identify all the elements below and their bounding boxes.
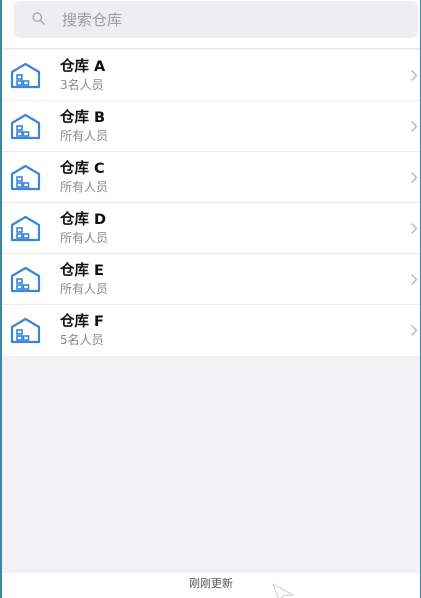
warehouse-icon: [10, 113, 41, 140]
chevron-right-icon: [411, 121, 418, 132]
warehouse-row-e[interactable]: 仓库 E 所有人员: [2, 254, 420, 305]
chevron-right-icon: [411, 70, 418, 81]
footer: 刚刚更新: [2, 573, 420, 598]
warehouse-row-a[interactable]: 仓库 A 3名人员: [2, 50, 420, 101]
warehouse-members: 所有人员: [60, 129, 109, 143]
warehouse-members: 所有人员: [60, 231, 109, 245]
warehouse-members: 5名人员: [60, 333, 104, 347]
warehouse-members: 所有人员: [60, 180, 109, 194]
warehouse-name: 仓库 F: [60, 314, 104, 330]
warehouse-row-f[interactable]: 仓库 F 5名人员: [2, 305, 420, 356]
warehouse-name: 仓库 C: [60, 161, 105, 177]
warehouse-name: 仓库 B: [60, 110, 106, 126]
warehouse-list: 仓库 A 3名人员 仓库 B 所有人员 仓库 C 所有人员 仓库 D 所有人员 …: [2, 50, 420, 356]
warehouse-row-d[interactable]: 仓库 D 所有人员: [2, 203, 420, 254]
warehouse-icon: [10, 317, 41, 344]
app-frame: 仓库 A 3名人员 仓库 B 所有人员: [0, 0, 421, 598]
search-icon: [32, 12, 45, 25]
warehouse-name: 仓库 E: [60, 263, 104, 279]
warehouse-row-c[interactable]: 仓库 C 所有人员: [2, 152, 420, 203]
warehouse-icon: [10, 164, 41, 191]
chevron-right-icon: [411, 172, 418, 183]
chevron-right-icon: [411, 223, 418, 234]
warehouse-members: 3名人员: [60, 78, 104, 92]
warehouse-members: 所有人员: [60, 282, 109, 296]
warehouse-row-b[interactable]: 仓库 B 所有人员: [2, 101, 420, 152]
warehouse-icon: [10, 62, 41, 89]
warehouse-name: 仓库 D: [60, 212, 107, 228]
warehouse-icon: [10, 266, 41, 293]
last-updated-status: 刚刚更新: [189, 577, 233, 590]
chevron-right-icon: [411, 325, 418, 336]
chevron-right-icon: [411, 274, 418, 285]
search-box[interactable]: [14, 1, 418, 38]
search-input[interactable]: [62, 1, 382, 38]
warehouse-icon: [10, 215, 41, 242]
search-bar: [2, 0, 420, 49]
warehouse-name: 仓库 A: [60, 59, 106, 75]
